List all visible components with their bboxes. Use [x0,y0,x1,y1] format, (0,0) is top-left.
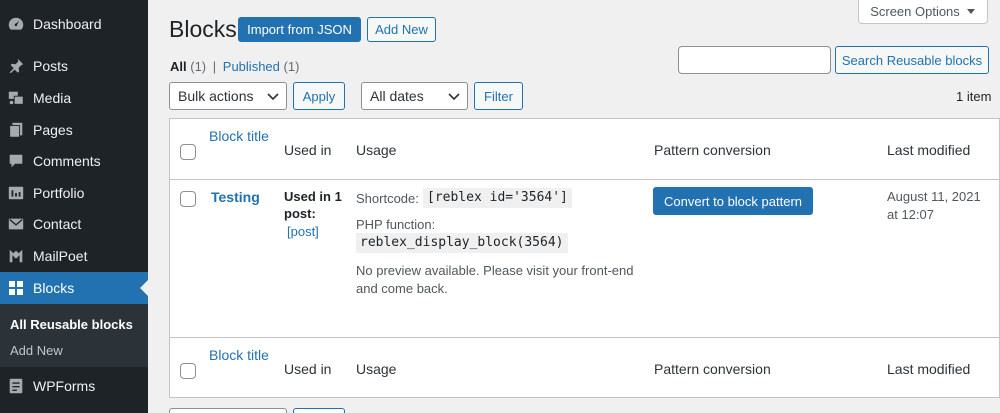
sidebar-item-label: Portfolio [33,185,85,201]
import-json-button[interactable]: Import from JSON [238,17,361,42]
view-published[interactable]: Published [223,59,280,74]
modified-date: August 11, 2021 [887,189,981,204]
screen-options-button[interactable]: Screen Options [858,0,988,24]
blocks-table: Block title Used in Usage Pattern conver… [169,118,1000,398]
sidebar-item-label: Dashboard [33,16,102,32]
dashboard-icon [6,14,26,34]
admin-sidebar: Dashboard Posts Media Pages Comments Por… [0,0,148,413]
sidebar-item-label: Contact [33,216,82,232]
view-separator: | [212,59,217,74]
bulk-actions-select-bottom[interactable] [169,408,287,413]
sidebar-item-label: Blocks [33,280,75,296]
column-footer-block-title[interactable]: Block title [209,346,269,364]
item-count: 1 item [956,89,992,104]
bulk-actions-select[interactable]: Bulk actions [169,82,287,110]
search-input[interactable] [678,46,831,74]
caret-down-icon [966,4,976,19]
sidebar-item-media[interactable]: Media [0,82,148,114]
dates-value: All dates [370,88,424,104]
sidebar-item-contact[interactable]: Contact [0,208,148,240]
filter-button[interactable]: Filter [474,82,523,110]
shortcode-label: Shortcode: [356,191,419,206]
used-in-type: post: [284,206,316,221]
apply-button[interactable]: Apply [293,82,345,110]
sidebar-item-pages[interactable]: Pages [0,114,148,146]
sidebar-item-label: WPForms [33,378,96,394]
column-header-used-in: Used in [284,142,332,158]
row-checkbox[interactable] [180,191,196,207]
column-footer-used-in: Used in [284,361,332,377]
view-published-count: (1) [283,59,300,74]
column-header-usage: Usage [356,142,397,158]
blocks-submenu: All Reusable blocks Add New [0,304,148,367]
column-footer-last-modified: Last modified [887,361,971,377]
pin-icon [6,56,26,76]
column-footer-usage: Usage [356,361,397,377]
php-function-value: reblex_display_block(3564) [356,233,568,253]
sidebar-item-label: Posts [33,58,69,74]
php-function-label: PHP function: [356,217,436,232]
footer-divider [170,337,1000,338]
pages-icon [6,120,26,140]
sidebar-item-portfolio[interactable]: Portfolio [0,177,148,209]
sidebar-item-dashboard[interactable]: Dashboard [0,8,148,40]
shortcode-value: [reblex id='3564'] [423,188,572,208]
media-icon [6,88,26,108]
sidebar-item-blocks[interactable]: Blocks [0,272,148,304]
submenu-add-new[interactable]: Add New [10,343,63,358]
forms-icon [6,376,26,396]
column-header-last-modified: Last modified [887,142,971,158]
header-divider [170,179,1000,180]
sidebar-item-wpforms[interactable]: WPForms [0,370,148,402]
view-all-count: (1) [190,59,207,74]
mail-icon [6,214,26,234]
sidebar-item-label: MailPoet [33,248,88,264]
screen-options-label: Screen Options [870,4,960,19]
modified-time: at 12:07 [887,207,934,222]
chevron-down-icon [266,89,280,103]
add-new-button[interactable]: Add New [367,17,436,42]
sidebar-item-label: Media [33,90,72,106]
comment-icon [6,151,26,171]
block-title-link[interactable]: Testing [211,188,260,206]
preview-notice-line1: No preview available. Please visit your … [356,263,634,278]
status-views: All (1) | Published (1) [170,59,299,74]
convert-to-pattern-button[interactable]: Convert to block pattern [653,187,813,215]
column-header-block-title[interactable]: Block title [209,127,269,145]
search-button[interactable]: Search Reusable blocks [835,46,989,74]
dates-select[interactable]: All dates [361,82,468,110]
grid-icon [6,278,26,298]
page-title: Blocks [169,16,237,42]
sidebar-item-mailpoet[interactable]: MailPoet [0,240,148,272]
bulk-actions-value: Bulk actions [178,88,254,104]
view-all[interactable]: All [170,59,187,74]
column-header-pattern-conversion: Pattern conversion [654,142,771,158]
submenu-all-reusable-blocks[interactable]: All Reusable blocks [10,317,133,332]
used-in-post-link[interactable]: [post] [287,223,319,241]
column-footer-pattern-conversion: Pattern conversion [654,361,771,377]
main-content: Screen Options Blocks Import from JSON A… [148,0,1000,413]
sidebar-item-label: Comments [33,153,101,169]
portfolio-icon [6,183,26,203]
select-all-checkbox-footer[interactable] [180,363,196,379]
used-in-count: Used in 1 [284,189,342,204]
chevron-down-icon [447,89,461,103]
mailpoet-icon [6,246,26,266]
apply-button-bottom[interactable] [293,408,345,413]
sidebar-item-posts[interactable]: Posts [0,50,148,82]
select-all-checkbox[interactable] [180,144,196,160]
preview-notice-line2: and come back. [356,281,448,296]
sidebar-item-comments[interactable]: Comments [0,145,148,177]
sidebar-item-label: Pages [33,122,73,138]
